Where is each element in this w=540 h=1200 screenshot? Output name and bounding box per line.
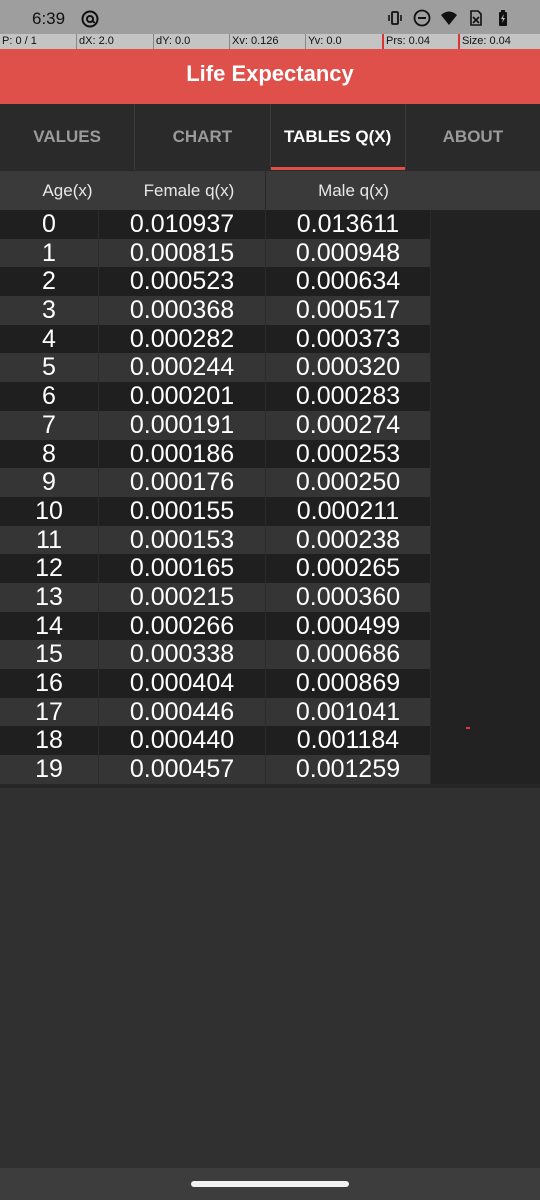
cell-age: 5 [42, 353, 56, 382]
screen: 6:39 P: 0 / 1 dX: 2.0 dY: 0.0 Xv: 0.126 … [0, 0, 540, 1200]
pointer-dy: dY: 0.0 [153, 34, 229, 49]
header-female-qx: Female q(x) [143, 181, 235, 200]
table-header: Age(x) Female q(x) Male q(x) [0, 170, 540, 211]
cell-age: 12 [35, 554, 63, 583]
pointer-trace-mark [466, 727, 470, 729]
cell-female-qx: 0.000153 [98, 525, 265, 555]
cell-male-qx: 0.000499 [265, 611, 430, 641]
pointer-xv: Xv: 0.126 [229, 34, 305, 49]
cell-female-qx: 0.000404 [98, 669, 265, 698]
cell-female-qx: 0.000815 [98, 238, 265, 268]
pointer-count: P: 0 / 1 [2, 35, 37, 47]
cell-age: 13 [35, 582, 63, 611]
cell-male-qx: 0.000238 [265, 525, 430, 555]
app-title: Life Expectancy [186, 61, 354, 86]
cell-male-qx: 0.000360 [265, 582, 430, 612]
cell-female-qx: 0.000155 [98, 496, 265, 526]
cell-male-qx: 0.000517 [265, 296, 430, 325]
status-bar: 6:39 [0, 0, 540, 34]
cell-female-qx: 0.000523 [98, 267, 265, 297]
cell-age: 16 [35, 669, 63, 697]
cell-male-qx: 0.001041 [265, 697, 430, 727]
cell-age: 0 [42, 210, 56, 238]
cell-age: 15 [35, 640, 63, 669]
cell-male-qx: 0.000634 [265, 267, 430, 297]
cell-age: 6 [42, 382, 56, 411]
cell-age: 3 [42, 296, 56, 325]
cell-female-qx: 0.010937 [98, 210, 265, 239]
cell-female-qx: 0.000368 [98, 296, 265, 325]
cell-female-qx: 0.000176 [98, 468, 265, 497]
cell-male-qx: 0.000253 [265, 439, 430, 469]
wifi-icon [440, 9, 458, 27]
status-time: 6:39 [32, 9, 66, 28]
home-gesture-handle[interactable] [191, 1181, 349, 1187]
table-divider [0, 784, 540, 788]
cell-male-qx: 0.000265 [265, 554, 430, 583]
cell-male-qx: 0.000686 [265, 640, 430, 669]
cell-age: 2 [42, 267, 56, 296]
cell-male-qx: 0.000320 [265, 353, 430, 383]
tab-chart[interactable]: CHART [135, 104, 271, 170]
cell-female-qx: 0.000266 [98, 611, 265, 641]
pointer-size: Size: 0.04 [458, 34, 540, 49]
tab-bar: VALUES CHART TABLES Q(X) ABOUT [0, 104, 540, 170]
status-icons [386, 9, 512, 27]
no-sim-icon [467, 9, 485, 27]
cell-male-qx: 0.000250 [265, 468, 430, 497]
pointer-dx: dX: 2.0 [76, 34, 153, 49]
do-not-disturb-icon [413, 9, 431, 27]
pointer-yv: Yv: 0.0 [305, 34, 382, 49]
cell-female-qx: 0.000446 [98, 697, 265, 727]
cell-male-qx: 0.000274 [265, 410, 430, 440]
cell-female-qx: 0.000186 [98, 439, 265, 469]
pointer-pressure: Prs: 0.04 [382, 34, 458, 49]
cell-age: 17 [35, 697, 63, 726]
table-empty-column [430, 210, 540, 784]
tab-values[interactable]: VALUES [0, 104, 136, 170]
app-bar: Life Expectancy [0, 49, 540, 104]
cell-female-qx: 0.000244 [98, 353, 265, 383]
cell-age: 9 [42, 468, 56, 497]
cell-age: 10 [35, 496, 63, 525]
cell-female-qx: 0.000457 [98, 755, 265, 784]
tab-about[interactable]: ABOUT [406, 104, 540, 170]
cell-age: 1 [42, 238, 56, 267]
vibrate-icon [386, 9, 404, 27]
cell-female-qx: 0.000440 [98, 726, 265, 756]
cell-male-qx: 0.013611 [265, 210, 430, 239]
navigation-bar [0, 1168, 540, 1200]
cell-female-qx: 0.000201 [98, 382, 265, 411]
cell-female-qx: 0.000282 [98, 324, 265, 354]
tab-tables-qx[interactable]: TABLES Q(X) [270, 104, 406, 170]
cell-age: 18 [35, 726, 63, 755]
cell-female-qx: 0.000215 [98, 582, 265, 612]
cell-age: 7 [42, 410, 56, 439]
cell-male-qx: 0.000373 [265, 324, 430, 354]
cell-age: 19 [35, 755, 63, 784]
cell-male-qx: 0.001184 [265, 726, 430, 756]
header-male-qx: Male q(x) [265, 171, 441, 211]
cell-female-qx: 0.000165 [98, 554, 265, 583]
pointer-location-overlay: P: 0 / 1 dX: 2.0 dY: 0.0 Xv: 0.126 Yv: 0… [0, 34, 540, 49]
cell-age: 14 [35, 611, 63, 640]
cell-age: 11 [36, 525, 62, 554]
cell-male-qx: 0.000211 [265, 496, 430, 526]
cell-age: 8 [42, 439, 56, 468]
qx-table: Age(x) Female q(x) Male q(x) 0 0.010937 0.… [0, 170, 540, 788]
cell-male-qx: 0.001259 [265, 755, 430, 784]
cell-female-qx: 0.000191 [98, 410, 265, 440]
cell-male-qx: 0.000869 [265, 669, 430, 698]
cell-female-qx: 0.000338 [98, 640, 265, 669]
cell-male-qx: 0.000283 [265, 382, 430, 411]
battery-charging-icon [494, 9, 512, 27]
cell-male-qx: 0.000948 [265, 238, 430, 268]
cell-age: 4 [42, 324, 56, 353]
at-sign-icon [81, 10, 99, 28]
